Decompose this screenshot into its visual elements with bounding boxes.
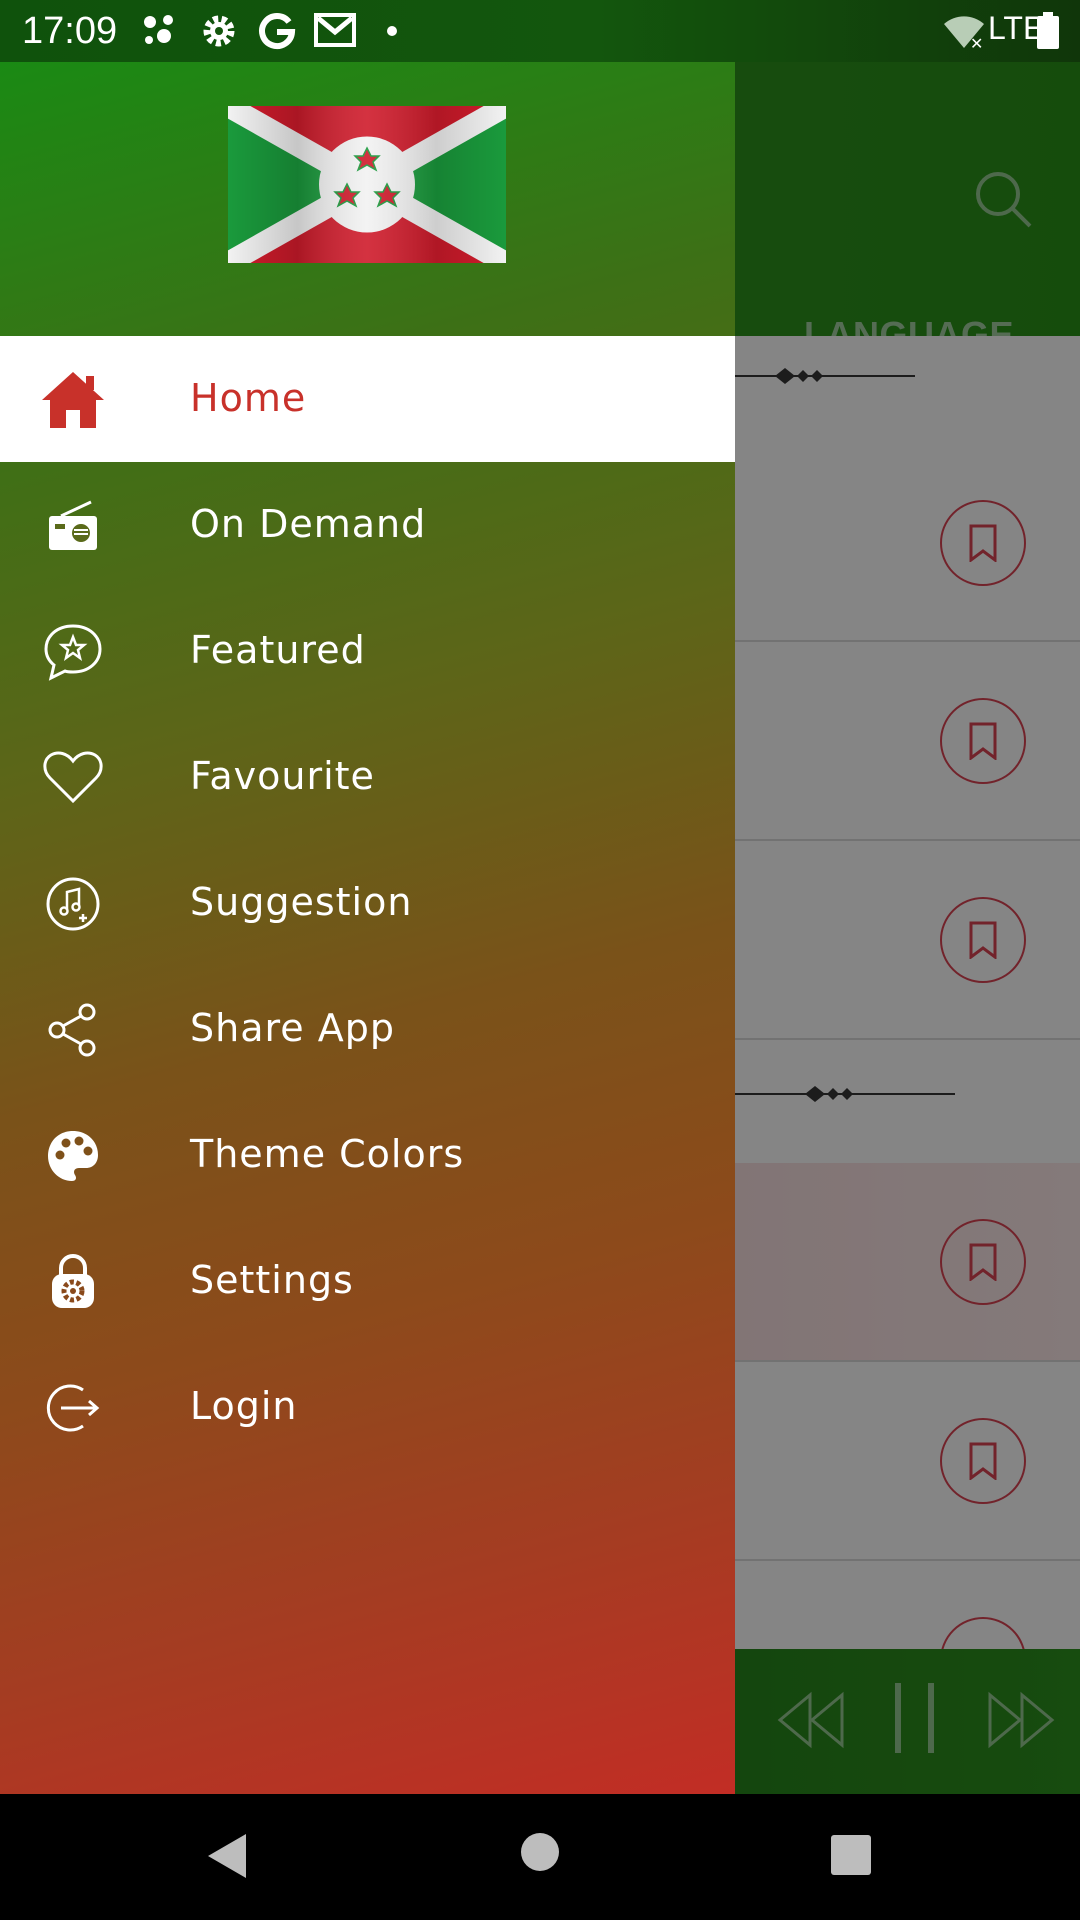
drawer-header: [0, 62, 735, 336]
battery-icon: [1037, 12, 1059, 49]
login-icon: [40, 1375, 106, 1441]
home-icon: [40, 367, 106, 433]
wifi-icon: ✕: [944, 16, 984, 50]
nav-item-featured[interactable]: Featured: [0, 588, 735, 714]
recents-icon[interactable]: [830, 1834, 872, 1876]
drawer-menu: Home On Demand Featured Favourite Sugges…: [0, 336, 735, 1470]
system-navigation-bar: [0, 1794, 1080, 1920]
back-icon[interactable]: [204, 1830, 250, 1882]
nav-label-theme-colors: Theme Colors: [190, 1132, 465, 1176]
nav-item-share-app[interactable]: Share App: [0, 966, 735, 1092]
nav-item-favourite[interactable]: Favourite: [0, 714, 735, 840]
star-chat-icon: [40, 619, 106, 685]
nav-item-on-demand[interactable]: On Demand: [0, 462, 735, 588]
nav-label-suggestion: Suggestion: [190, 880, 413, 924]
google-icon: [259, 13, 296, 50]
nav-label-favourite: Favourite: [190, 754, 375, 798]
nav-label-settings: Settings: [190, 1258, 354, 1302]
gmail-icon: [314, 13, 356, 47]
heart-icon: [40, 745, 106, 811]
nav-item-suggestion[interactable]: Suggestion: [0, 840, 735, 966]
dot-icon: [387, 26, 397, 36]
burundi-flag: [228, 106, 506, 263]
nav-item-home[interactable]: Home: [0, 336, 735, 462]
music-plus-icon: [40, 871, 106, 937]
nav-label-login: Login: [190, 1384, 298, 1428]
home-circle-icon[interactable]: [520, 1832, 560, 1872]
nav-item-theme-colors[interactable]: Theme Colors: [0, 1092, 735, 1218]
nav-label-on-demand: On Demand: [190, 502, 427, 546]
gear-icon: [203, 15, 235, 47]
status-bar: 17:09 ✕ LTE: [0, 0, 1080, 62]
lock-gear-icon: [40, 1249, 106, 1315]
svg-text:✕: ✕: [970, 34, 983, 50]
nav-label-featured: Featured: [190, 628, 366, 672]
share-icon: [40, 997, 106, 1063]
nav-item-login[interactable]: Login: [0, 1344, 735, 1470]
assistant-icon: [144, 15, 173, 44]
nav-item-settings[interactable]: Settings: [0, 1218, 735, 1344]
nav-label-share-app: Share App: [190, 1006, 395, 1050]
radio-icon: [40, 493, 106, 559]
navigation-drawer: Home On Demand Featured Favourite Sugges…: [0, 62, 735, 1794]
status-time: 17:09: [22, 10, 118, 52]
palette-icon: [40, 1123, 106, 1189]
nav-label-home: Home: [190, 376, 307, 420]
